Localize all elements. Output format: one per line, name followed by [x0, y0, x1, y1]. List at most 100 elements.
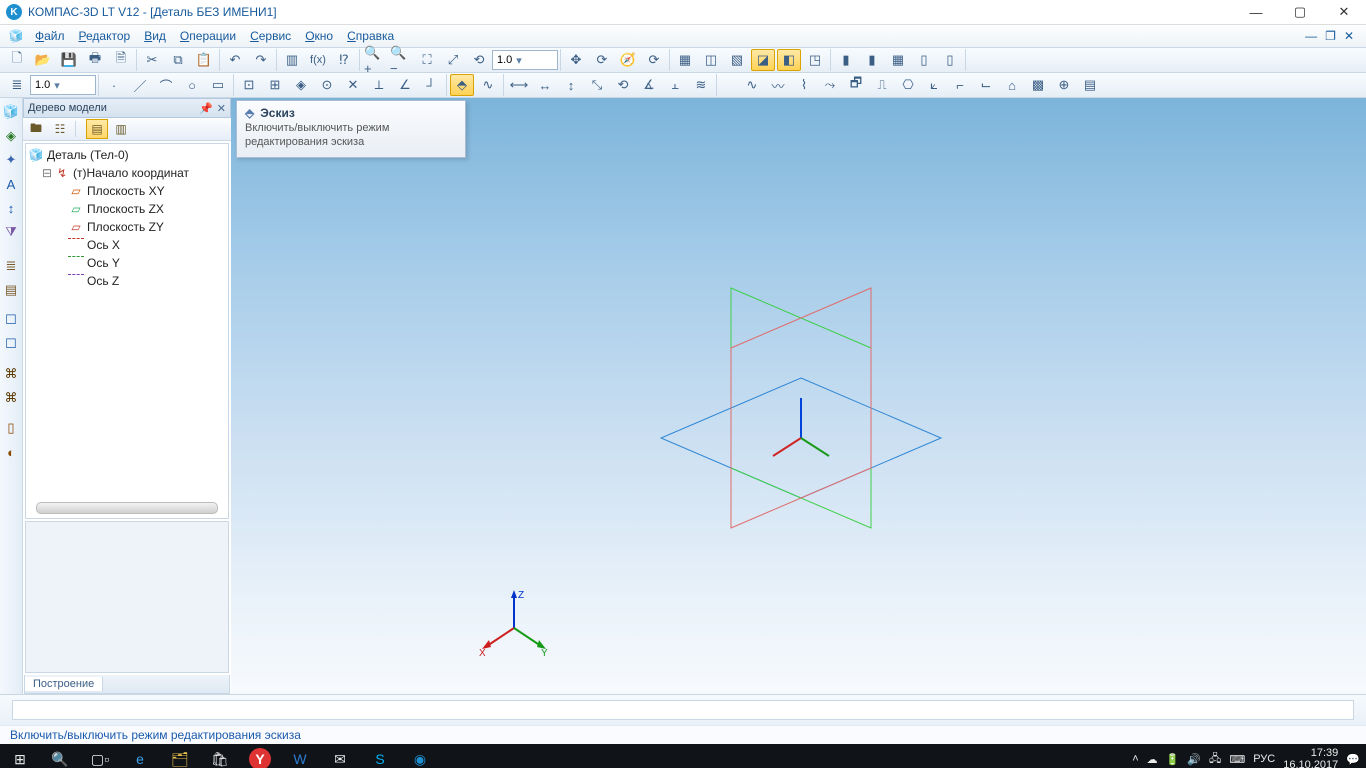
- network-icon[interactable]: 🖧: [1209, 750, 1221, 768]
- mail-icon[interactable]: ✉: [320, 744, 360, 768]
- lt-report-icon[interactable]: ▤: [0, 279, 23, 301]
- view-shade-icon[interactable]: ▧: [725, 49, 749, 71]
- lt-mate2-icon[interactable]: ⌘: [0, 387, 23, 409]
- lt-spec-icon[interactable]: ≣: [0, 255, 23, 277]
- tree-origin[interactable]: ⊟ ↯ (т)Начало координат: [28, 164, 226, 182]
- mdi-restore[interactable]: ❐: [1325, 29, 1336, 43]
- snap-8-icon[interactable]: ┘: [419, 74, 443, 96]
- menu-service[interactable]: Сервис: [243, 27, 298, 45]
- status-input[interactable]: [12, 700, 1354, 720]
- lt-mate-icon[interactable]: ⌘: [0, 363, 23, 385]
- preview-button[interactable]: 🗎: [109, 49, 133, 71]
- curve8-icon[interactable]: ⟀: [922, 74, 946, 96]
- lt-dim-icon[interactable]: ↕: [0, 197, 23, 219]
- dim5-icon[interactable]: ⟲: [611, 74, 635, 96]
- mdi-minimize[interactable]: —: [1305, 29, 1317, 43]
- lt-extrude-icon[interactable]: ▯: [0, 417, 23, 439]
- viewport-3d[interactable]: Z X Y: [231, 98, 1366, 694]
- tool-e-icon[interactable]: ▯: [938, 49, 962, 71]
- aux-icon[interactable]: ∿: [476, 74, 500, 96]
- print-button[interactable]: 🖶: [83, 49, 107, 71]
- onedrive-icon[interactable]: ☁: [1147, 753, 1158, 766]
- zoom-combo[interactable]: 1.0▾: [492, 50, 558, 70]
- copy-button[interactable]: ⧉: [166, 49, 190, 71]
- snap-4-icon[interactable]: ⊙: [315, 74, 339, 96]
- edge-icon[interactable]: e: [120, 744, 160, 768]
- help-cursor-button[interactable]: ⁉: [332, 49, 356, 71]
- curve7-icon[interactable]: ⎔: [896, 74, 920, 96]
- snap-6-icon[interactable]: ⟂: [367, 74, 391, 96]
- tree-mode1-icon[interactable]: 🖿: [25, 119, 47, 139]
- orient-icon[interactable]: 🧭: [616, 49, 640, 71]
- redo-arrow-icon[interactable]: ↷: [249, 49, 273, 71]
- tool-d-icon[interactable]: ▯: [912, 49, 936, 71]
- tree-item[interactable]: Ось Y: [28, 254, 226, 272]
- curve11-icon[interactable]: ⌂: [1000, 74, 1024, 96]
- battery-icon[interactable]: 🔋: [1166, 753, 1180, 766]
- new-button[interactable]: 🗋: [5, 49, 29, 71]
- curve5-icon[interactable]: 🗗: [844, 74, 868, 96]
- tree-item[interactable]: ▱ Плоскость XY: [28, 182, 226, 200]
- language-indicator[interactable]: РУС: [1253, 753, 1275, 765]
- menu-file[interactable]: Файл: [28, 27, 72, 45]
- snap-3-icon[interactable]: ◈: [289, 74, 313, 96]
- tree-scrollbar[interactable]: [36, 502, 218, 514]
- open-button[interactable]: 📂: [31, 49, 55, 71]
- model-tree[interactable]: 🧊 Деталь (Тел-0) ⊟ ↯ (т)Начало координат…: [25, 143, 229, 519]
- menu-window[interactable]: Окно: [298, 27, 340, 45]
- tree-mode4-icon[interactable]: ▥: [110, 119, 132, 139]
- curve12-icon[interactable]: ▩: [1026, 74, 1050, 96]
- properties-button[interactable]: ▥: [280, 49, 304, 71]
- pan-icon[interactable]: ✥: [564, 49, 588, 71]
- tree-close-icon[interactable]: ✕: [217, 102, 226, 115]
- tree-item[interactable]: Ось Z: [28, 272, 226, 290]
- snap-2-icon[interactable]: ⊞: [263, 74, 287, 96]
- action-center-icon[interactable]: 💬: [1346, 753, 1360, 766]
- lt-revolve-icon[interactable]: ◐: [0, 441, 23, 463]
- kompas-task-icon[interactable]: ◉: [400, 744, 440, 768]
- arc-icon[interactable]: ⌒: [154, 74, 178, 96]
- cut-button[interactable]: ✂: [140, 49, 164, 71]
- zoom-in-icon[interactable]: 🔍+: [363, 49, 387, 71]
- search-icon[interactable]: 🔍: [40, 744, 80, 768]
- mdi-close[interactable]: ✕: [1344, 29, 1354, 43]
- lt-filter-icon[interactable]: ⧩: [0, 221, 23, 243]
- dim6-icon[interactable]: ∡: [637, 74, 661, 96]
- curve14-icon[interactable]: ▤: [1078, 74, 1102, 96]
- twisty-icon[interactable]: ⊟: [40, 166, 54, 181]
- snap-1-icon[interactable]: ⊡: [237, 74, 261, 96]
- clock[interactable]: 17:39 16.10.2017: [1283, 747, 1338, 768]
- taskview-icon[interactable]: ▢▫: [80, 744, 120, 768]
- tool-a-icon[interactable]: ▮: [834, 49, 858, 71]
- curve1-icon[interactable]: ∿: [740, 74, 764, 96]
- maximize-button[interactable]: ▢: [1278, 0, 1322, 24]
- menu-help[interactable]: Справка: [340, 27, 401, 45]
- layer-combo[interactable]: 1.0▾: [30, 75, 96, 95]
- tool-b-icon[interactable]: ▮: [860, 49, 884, 71]
- lt-text-icon[interactable]: A: [0, 173, 23, 195]
- rotate-icon[interactable]: ⟳: [590, 49, 614, 71]
- curve6-icon[interactable]: ⎍: [870, 74, 894, 96]
- tree-item[interactable]: ▱ Плоскость ZX: [28, 200, 226, 218]
- close-button[interactable]: ✕: [1322, 0, 1366, 24]
- dim7-icon[interactable]: ⫠: [663, 74, 687, 96]
- zoom-window-icon[interactable]: ⛶: [415, 49, 439, 71]
- save-button[interactable]: 💾: [57, 49, 81, 71]
- tree-footer-tab[interactable]: Построение: [25, 677, 103, 691]
- rect-icon[interactable]: ▭: [206, 74, 230, 96]
- yandex-icon[interactable]: Y: [249, 748, 271, 768]
- tool-c-icon[interactable]: ▦: [886, 49, 910, 71]
- lt-cube-icon[interactable]: 🧊: [0, 101, 23, 123]
- tree-mode2-icon[interactable]: ☷: [49, 119, 71, 139]
- zoom-fit-icon[interactable]: ⤢: [441, 49, 465, 71]
- tree-item[interactable]: Ось X: [28, 236, 226, 254]
- view-color-icon[interactable]: ◧: [777, 49, 801, 71]
- circle-icon[interactable]: ○: [180, 74, 204, 96]
- layers-icon[interactable]: ≣: [5, 74, 29, 96]
- lt-part-icon[interactable]: ☐: [0, 309, 23, 331]
- tree-root[interactable]: 🧊 Деталь (Тел-0): [28, 146, 226, 164]
- volume-icon[interactable]: 🔊: [1187, 753, 1201, 766]
- curve9-icon[interactable]: ⌐: [948, 74, 972, 96]
- keyboard-icon[interactable]: ⌨: [1229, 753, 1245, 766]
- lt-surface-icon[interactable]: ◈: [0, 125, 23, 147]
